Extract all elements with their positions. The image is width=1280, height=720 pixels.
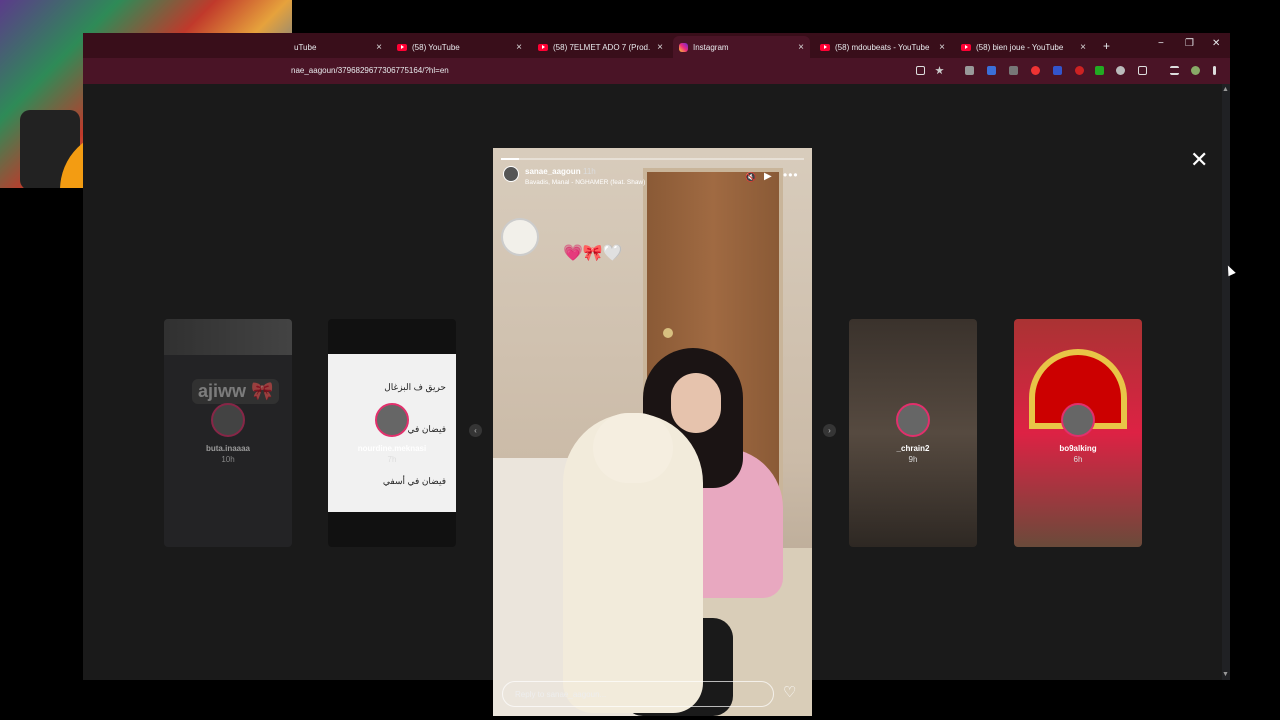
play-icon[interactable]: ▶	[764, 171, 772, 182]
preview-overlay-text: فيضان في	[407, 424, 446, 434]
tab-title: (58) 7ELMET ADO 7 (Prod. By V	[553, 42, 652, 52]
tab-youtube-5[interactable]: (58) bien joue - YouTube ×	[955, 36, 1092, 58]
close-tab-icon[interactable]: ×	[939, 42, 945, 53]
youtube-icon	[820, 43, 830, 51]
story-progress-bar	[501, 158, 804, 160]
address-toolbar: nae_aagoun/3796829677306775164/?hl=en	[83, 58, 1230, 84]
tab-youtube-2[interactable]: (58) YouTube ×	[391, 36, 528, 58]
youtube-icon	[538, 43, 548, 51]
extension-icon[interactable]	[1095, 66, 1104, 75]
story-music-label[interactable]: Bavadis, Manal - NGHAMER (feat. Shaw)	[525, 179, 645, 186]
tab-title: (58) bien joue - YouTube	[976, 42, 1064, 52]
extension-icon[interactable]	[965, 66, 974, 75]
more-options-icon[interactable]: •••	[783, 168, 799, 182]
extension-icon[interactable]	[1009, 66, 1018, 75]
mute-icon[interactable]: 🔇	[745, 172, 756, 183]
story-progress-fill	[501, 158, 520, 160]
scrollbar[interactable]: ▲ ▼	[1222, 84, 1230, 680]
story-preview[interactable]: bo9alking 6h	[1014, 319, 1142, 547]
browser-window: uTube × (58) YouTube × (58) 7ELMET ADO 7…	[83, 33, 1230, 716]
close-window-button[interactable]: ✕	[1212, 38, 1220, 49]
avatar	[896, 403, 930, 437]
preview-username: nourdine.meknasi	[357, 444, 427, 453]
preview-username: _chrain2	[896, 444, 930, 453]
instagram-icon	[679, 42, 688, 52]
previous-story-button[interactable]: ‹	[469, 424, 482, 437]
tab-bar: uTube × (58) YouTube × (58) 7ELMET ADO 7…	[83, 33, 1230, 58]
new-tab-button[interactable]: +	[1103, 39, 1110, 53]
close-tab-icon[interactable]: ×	[376, 42, 382, 53]
preview-username: bo9alking	[1059, 444, 1097, 453]
close-tab-icon[interactable]: ×	[1080, 42, 1086, 53]
close-tab-icon[interactable]: ×	[516, 42, 522, 53]
story-viewer[interactable]: sanae_aagoun 11h Bavadis, Manal - NGHAME…	[493, 148, 812, 716]
emoji-sticker: 💗🎀🤍	[563, 245, 623, 262]
preview-overlay-text: حريق ف البزغال	[384, 382, 446, 392]
extension-icon[interactable]	[1075, 66, 1084, 75]
next-story-button[interactable]: ›	[823, 424, 836, 437]
story-image-knob	[663, 328, 673, 338]
extension-icon[interactable]	[1031, 66, 1040, 75]
scroll-up-arrow-icon[interactable]: ▲	[1222, 86, 1229, 93]
extension-icon[interactable]	[1053, 66, 1062, 75]
extensions-puzzle-icon[interactable]	[1138, 66, 1147, 75]
minimize-button[interactable]: −	[1158, 38, 1164, 49]
tab-instagram[interactable]: Instagram ×	[673, 36, 810, 58]
preview-time: 6h	[1073, 455, 1083, 464]
youtube-icon	[397, 43, 407, 51]
preview-overlay-text: ajiww 🎀	[192, 379, 280, 404]
avatar	[211, 403, 245, 437]
tab-title: uTube	[294, 42, 317, 52]
close-icon[interactable]: ✕	[1190, 149, 1208, 171]
preview-overlay-text: فيضان في أسفي	[382, 476, 446, 486]
preview-time: 9h	[908, 455, 918, 464]
heart-icon[interactable]: ♡	[783, 685, 796, 700]
address-bar[interactable]: nae_aagoun/3796829677306775164/?hl=en	[291, 66, 449, 75]
story-image-clock	[501, 218, 539, 256]
tab-youtube-4[interactable]: (58) mdoubeats - YouTube ×	[814, 36, 951, 58]
reply-input[interactable]	[502, 681, 774, 707]
bookmark-star-icon[interactable]	[935, 66, 944, 75]
story-username[interactable]: sanae_aagoun	[525, 167, 581, 176]
profile-avatar[interactable]	[1191, 66, 1200, 75]
preview-time: 7h	[387, 455, 397, 464]
tab-title: (58) mdoubeats - YouTube	[835, 42, 930, 52]
preview-time: 10h	[221, 455, 235, 464]
youtube-icon	[961, 43, 971, 51]
extension-icon[interactable]	[1116, 66, 1125, 75]
scroll-down-arrow-icon[interactable]: ▼	[1222, 671, 1229, 678]
story-image-teddy-head	[593, 413, 673, 483]
tab-title: Instagram	[693, 42, 729, 52]
page-viewport: ✕ ajiww 🎀 buta.inaaaa 10h حريق ف البزغال…	[83, 84, 1222, 716]
install-app-icon[interactable]	[916, 66, 925, 75]
avatar[interactable]	[503, 166, 519, 182]
tab-youtube-3[interactable]: (58) 7ELMET ADO 7 (Prod. By V ×	[532, 36, 669, 58]
preview-banner	[164, 319, 292, 355]
close-tab-icon[interactable]: ×	[798, 42, 804, 53]
maximize-button[interactable]: ❐	[1185, 38, 1194, 49]
story-preview[interactable]: حريق ف البزغال فيضان في فيضان في أسفي no…	[328, 319, 456, 547]
story-preview[interactable]: _chrain2 9h	[849, 319, 977, 547]
close-tab-icon[interactable]: ×	[657, 42, 663, 53]
extension-icon[interactable]	[987, 66, 996, 75]
tab-title: (58) YouTube	[412, 42, 460, 52]
story-preview[interactable]: ajiww 🎀 buta.inaaaa 10h	[164, 319, 292, 547]
story-image-face	[671, 373, 721, 433]
story-time: 11h	[583, 167, 596, 176]
tab-search-icon[interactable]	[1170, 66, 1179, 75]
avatar	[375, 403, 409, 437]
menu-kebab-icon[interactable]	[1213, 66, 1216, 75]
preview-username: buta.inaaaa	[205, 444, 250, 453]
avatar	[1061, 403, 1095, 437]
tab-youtube-1[interactable]: uTube ×	[288, 36, 388, 58]
